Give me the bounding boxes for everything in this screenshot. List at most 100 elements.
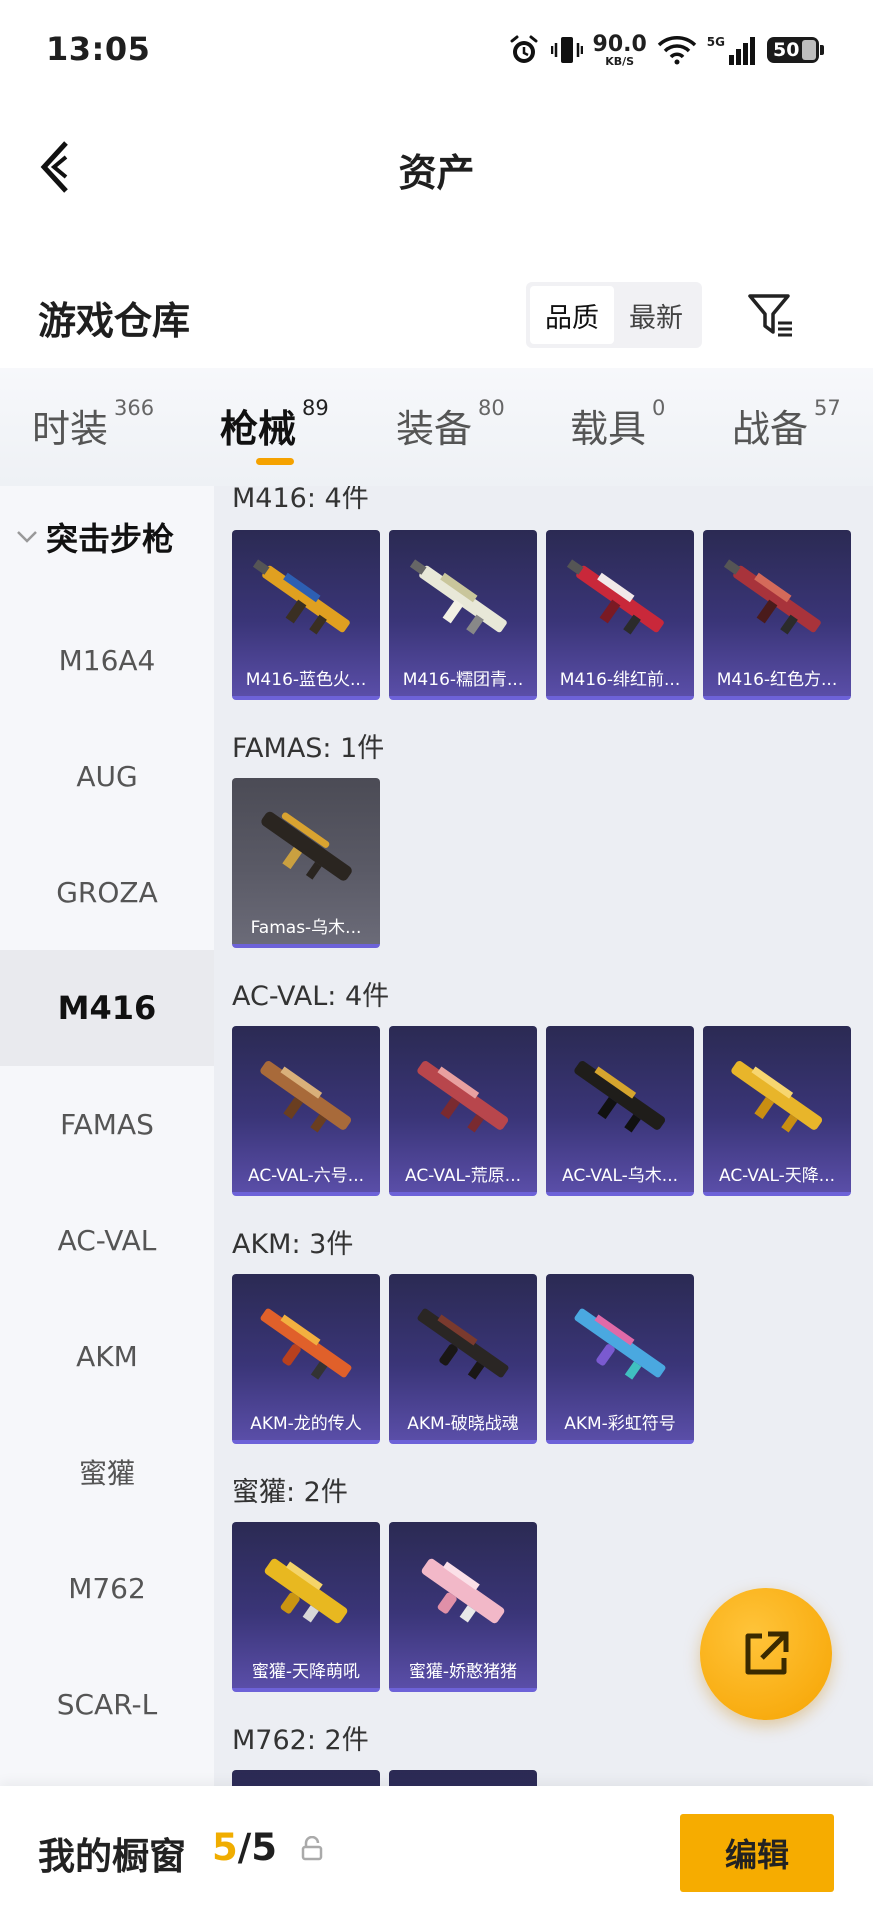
- skin-label: AC-VAL-乌木...: [561, 1166, 679, 1186]
- category-item-m416[interactable]: M416: [0, 950, 214, 1066]
- category-group-label: 突击步枪: [46, 520, 175, 558]
- tab-supplies[interactable]: 战备 57: [732, 396, 841, 453]
- skin-label: AKM-龙的传人: [250, 1414, 362, 1434]
- tab-count: 57: [814, 396, 841, 420]
- tab-vehicles[interactable]: 载具 0: [570, 396, 666, 453]
- rifle-image: [417, 1308, 509, 1380]
- page-title: 资产: [398, 151, 475, 195]
- category-item-groza[interactable]: GROZA: [0, 834, 214, 950]
- skin-card[interactable]: AKM-破晓战魂: [389, 1274, 537, 1444]
- tab-label: 载具: [570, 407, 647, 451]
- share-icon: [745, 1631, 789, 1675]
- lock-icon: [301, 1836, 323, 1861]
- skin-label: M416-红色方...: [716, 670, 838, 690]
- category-item-ac-val[interactable]: AC-VAL: [0, 1182, 214, 1298]
- group-title: FAMAS: 1件: [232, 733, 385, 764]
- active-tab-indicator: [256, 458, 294, 465]
- skin-card[interactable]: M416-蓝色火...: [232, 530, 380, 700]
- skin-card[interactable]: M416-红色方...: [703, 530, 851, 700]
- category-group-assault-rifles[interactable]: 突击步枪: [0, 506, 214, 568]
- skin-card[interactable]: AKM-龙的传人: [232, 1274, 380, 1444]
- skin-card[interactable]: [389, 1770, 537, 1786]
- edit-button[interactable]: 编辑: [680, 1814, 834, 1892]
- filter-button[interactable]: [740, 284, 802, 346]
- weapon-category-list: 突击步枪 M16A4 AUG GROZA M416 FAMAS AC-VAL A…: [0, 486, 214, 1786]
- category-item-m762[interactable]: M762: [0, 1530, 214, 1646]
- group-title: M762: 2件: [232, 1725, 369, 1756]
- showcase-count: 5/5: [212, 1826, 277, 1869]
- battery-icon: 50: [767, 37, 824, 63]
- vibrate-icon: [550, 37, 583, 63]
- skin-label: M416-蓝色火...: [245, 670, 367, 690]
- skin-card[interactable]: 蜜獾-天降萌吼: [232, 1522, 380, 1692]
- tab-count: 80: [478, 396, 505, 420]
- sort-toggle: 品质 最新: [526, 282, 702, 348]
- sort-newest-button[interactable]: 最新: [614, 286, 698, 344]
- category-item-akm[interactable]: AKM: [0, 1298, 214, 1414]
- tab-guns[interactable]: 枪械 89: [220, 396, 329, 453]
- tab-equipment[interactable]: 装备 80: [396, 396, 505, 453]
- section-row: 游戏仓库 品质 最新: [0, 270, 873, 362]
- rifle-image: [260, 1308, 352, 1380]
- category-item-honey-badger[interactable]: 蜜獾: [0, 1414, 214, 1530]
- showcase-bar: 我的橱窗 5/5 编辑: [0, 1786, 873, 1920]
- skin-label: 蜜獾-天降萌吼: [251, 1662, 361, 1682]
- skin-label: Famas-乌木...: [250, 918, 362, 938]
- net-speed: 90.0 KB/S: [593, 33, 647, 68]
- tab-fashion[interactable]: 时装 366: [32, 396, 154, 453]
- rifle-image: [574, 1061, 666, 1133]
- rifle-image: [566, 559, 664, 635]
- skin-label: AKM-破晓战魂: [407, 1414, 519, 1434]
- skin-label: AC-VAL-天降...: [718, 1166, 836, 1186]
- rifle-image: [417, 1061, 509, 1133]
- skin-card[interactable]: AC-VAL-荒原...: [389, 1026, 537, 1196]
- skin-label: AC-VAL-六号...: [247, 1166, 365, 1186]
- share-button[interactable]: [700, 1588, 832, 1720]
- skin-card[interactable]: M416-绯红前...: [546, 530, 694, 700]
- skin-label: M416-糯团青...: [402, 670, 524, 690]
- rifle-image: [409, 559, 507, 635]
- chevron-down-icon: [16, 530, 38, 544]
- skin-label: AKM-彩虹符号: [564, 1414, 676, 1434]
- skin-card[interactable]: 蜜獾-娇憨猪猪: [389, 1522, 537, 1692]
- status-time: 13:05: [46, 30, 151, 68]
- skin-card[interactable]: AC-VAL-天降...: [703, 1026, 851, 1196]
- skin-card[interactable]: Famas-乌木...: [232, 778, 380, 948]
- category-tabs: 时装 366 枪械 89 装备 80 载具 0 战备 57: [0, 368, 873, 486]
- group-title: 蜜獾: 2件: [232, 1477, 348, 1508]
- group-title: AKM: 3件: [232, 1229, 354, 1260]
- skin-card[interactable]: AC-VAL-乌木...: [546, 1026, 694, 1196]
- section-title: 游戏仓库: [38, 299, 191, 343]
- tab-label: 战备: [732, 407, 809, 451]
- alarm-icon: [510, 35, 538, 63]
- skin-card[interactable]: M416-糯团青...: [389, 530, 537, 700]
- network-tag: 5G: [706, 35, 725, 49]
- tab-count: 89: [302, 396, 329, 420]
- status-icons: 90.0 KB/S 5G 50: [507, 28, 824, 72]
- battery-level: 50: [773, 39, 800, 61]
- rifle-image: [252, 559, 350, 635]
- net-speed-unit: KB/S: [605, 54, 635, 68]
- rifle-image: [264, 1558, 348, 1624]
- asset-screen: { "status_bar": {"time": "13:05", "net_s…: [0, 0, 873, 1920]
- category-item-scar-l[interactable]: SCAR-L: [0, 1646, 214, 1762]
- showcase-label: 我的橱窗: [38, 1835, 186, 1878]
- status-bar: 13:05 90.0 KB/S 5G 50: [0, 0, 873, 100]
- category-item-aug[interactable]: AUG: [0, 718, 214, 834]
- rifle-image: [421, 1558, 505, 1624]
- group-title: AC-VAL: 4件: [232, 981, 390, 1012]
- tab-count: 0: [652, 396, 666, 420]
- rifle-image: [261, 811, 352, 881]
- tab-label: 装备: [396, 407, 473, 451]
- category-item-famas[interactable]: FAMAS: [0, 1066, 214, 1182]
- rifle-image: [723, 559, 821, 635]
- rifle-image: [574, 1308, 666, 1380]
- skin-card[interactable]: [232, 1770, 380, 1786]
- category-item-m16a4[interactable]: M16A4: [0, 602, 214, 718]
- skin-label: AC-VAL-荒原...: [404, 1166, 522, 1186]
- header: 资产: [0, 100, 873, 230]
- skin-card[interactable]: AC-VAL-六号...: [232, 1026, 380, 1196]
- filter-icon: [748, 294, 792, 337]
- skin-card[interactable]: AKM-彩虹符号: [546, 1274, 694, 1444]
- sort-quality-button[interactable]: 品质: [530, 286, 614, 344]
